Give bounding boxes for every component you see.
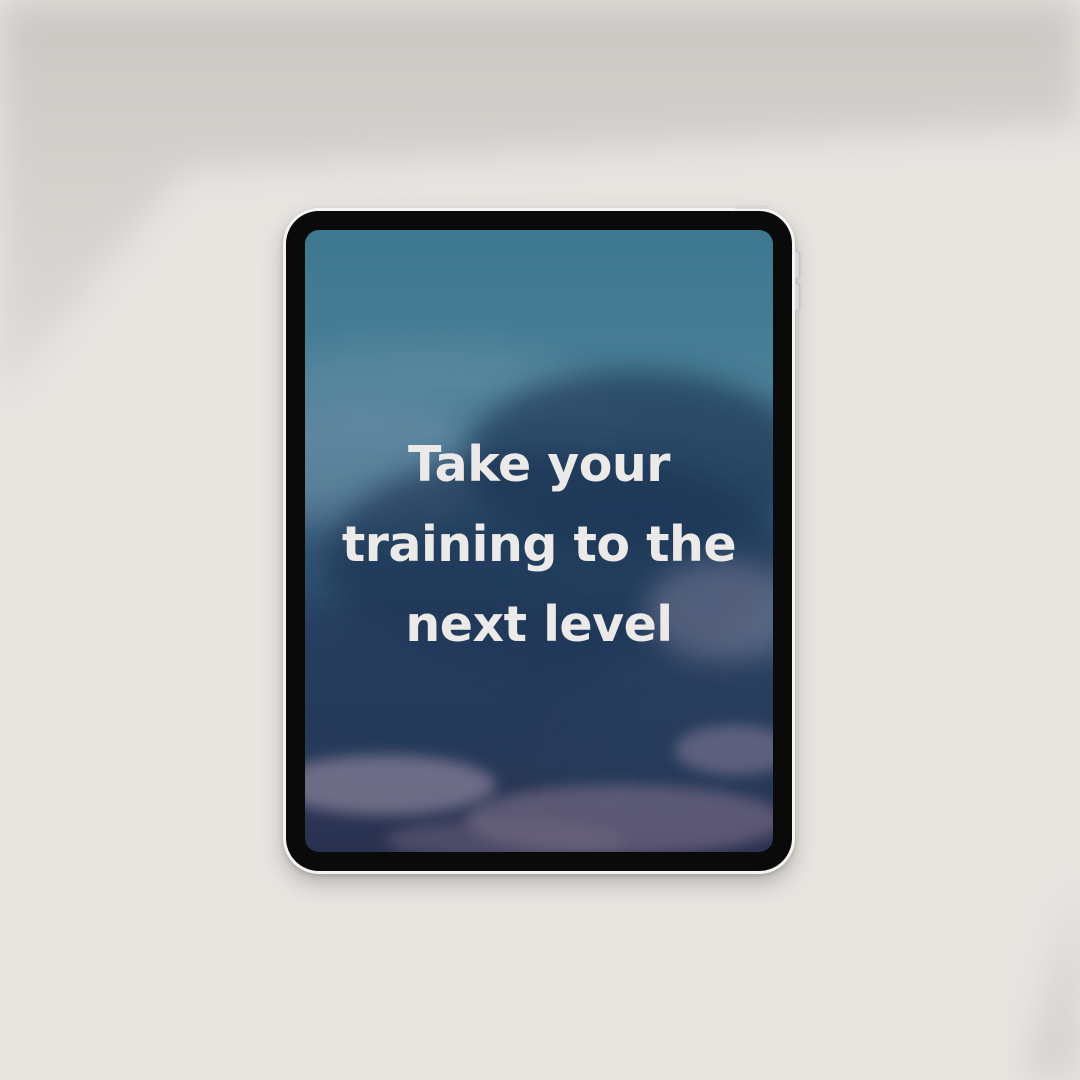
headline: Take your training to the next level	[283, 425, 795, 665]
headline-line-3: next level	[405, 596, 673, 653]
headline-line-1: Take your	[408, 436, 670, 493]
power-button	[735, 205, 769, 209]
headline-line-2: training to the	[341, 516, 737, 573]
volume-down-button	[795, 284, 799, 310]
volume-up-button	[795, 252, 799, 278]
